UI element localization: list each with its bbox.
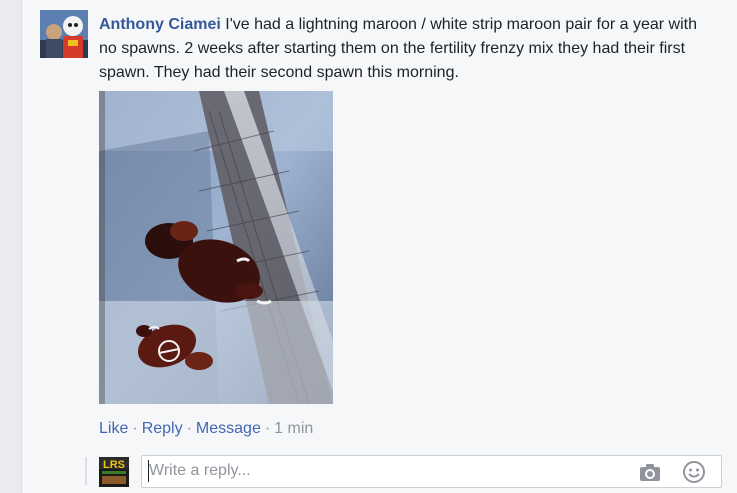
timestamp[interactable]: 1 min	[274, 420, 313, 437]
avatar-image	[40, 10, 88, 58]
camera-icon[interactable]	[638, 460, 662, 484]
comment-text-block: Anthony Ciamei I've had a lightning maro…	[99, 13, 719, 85]
reply-input-box	[141, 455, 722, 488]
message-link[interactable]: Message	[196, 420, 261, 437]
comment-author-link[interactable]: Anthony Ciamei	[99, 16, 221, 33]
emoji-icon[interactable]	[682, 460, 706, 484]
reply-indent-bar	[85, 457, 87, 485]
comment-actions: Like · Reply · Message · 1 min	[99, 420, 313, 438]
reply-link[interactable]: Reply	[142, 420, 183, 437]
reply-avatar-text: LRS	[103, 459, 125, 471]
clownfish-photo	[99, 91, 333, 404]
separator: ·	[186, 420, 192, 437]
reply-user-avatar[interactable]: LRS	[99, 457, 129, 487]
like-link[interactable]: Like	[99, 420, 128, 437]
reply-input[interactable]	[148, 460, 619, 482]
reply-composer: LRS	[85, 455, 725, 489]
commenter-avatar[interactable]	[40, 10, 88, 58]
comment-body: Anthony Ciamei I've had a lightning maro…	[99, 13, 719, 85]
separator: ·	[264, 420, 271, 437]
separator: ·	[132, 420, 138, 437]
left-rail	[0, 0, 22, 493]
comment-photo[interactable]	[99, 91, 333, 404]
reply-avatar-logo: LRS	[99, 457, 129, 487]
